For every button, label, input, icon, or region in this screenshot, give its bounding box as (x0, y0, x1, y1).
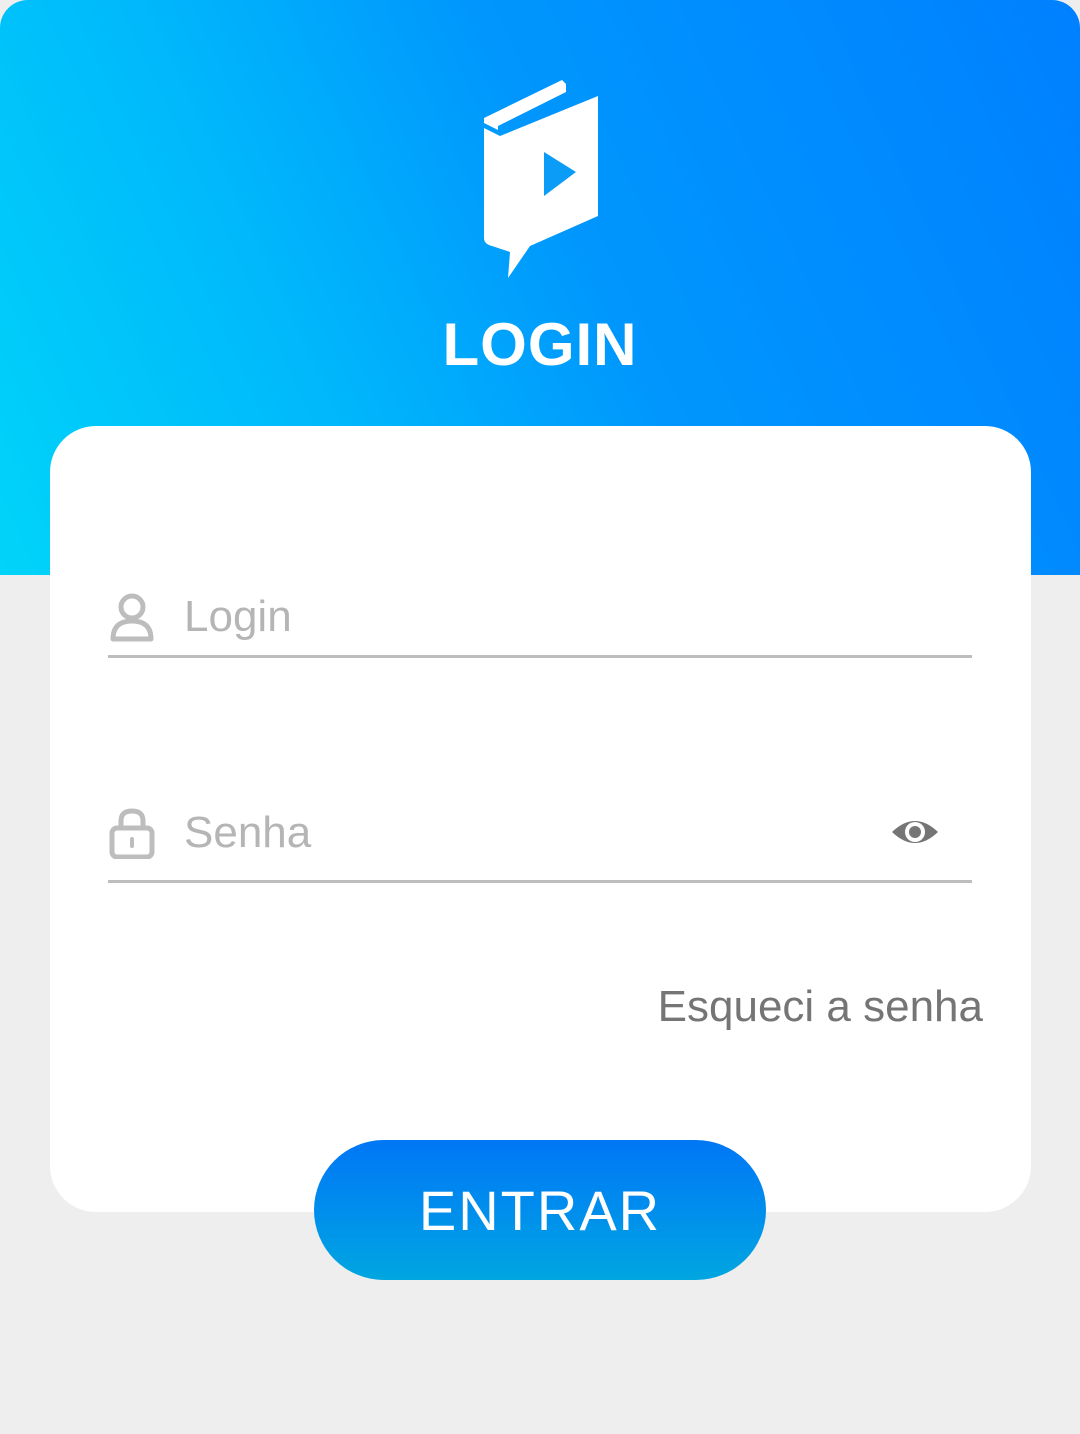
login-underline (108, 655, 972, 658)
eye-icon[interactable] (890, 812, 940, 852)
enter-button[interactable]: ENTRAR (314, 1140, 766, 1280)
password-underline (108, 880, 972, 883)
user-icon (110, 593, 154, 642)
login-input[interactable] (184, 592, 824, 642)
password-field-row (108, 798, 972, 868)
password-input[interactable] (184, 808, 824, 858)
book-play-logo-icon (484, 80, 598, 278)
forgot-password-link[interactable]: Esqueci a senha (658, 982, 983, 1032)
login-field-row (108, 582, 972, 652)
lock-icon (109, 808, 155, 859)
login-screen: LOGIN Esqueci a senha ENTRAR (0, 0, 1080, 1434)
page-title: LOGIN (442, 311, 638, 378)
